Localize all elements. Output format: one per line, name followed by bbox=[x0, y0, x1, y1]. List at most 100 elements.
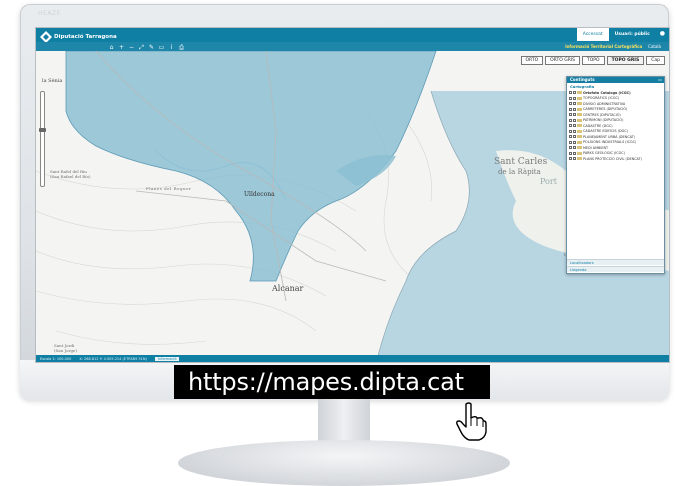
layer-label: MEDI AMBIENT bbox=[583, 145, 609, 150]
monitor-scene: la Sènia Sant Rafel del Riu (San Rafael … bbox=[0, 0, 683, 486]
layer-checkbox[interactable] bbox=[573, 151, 576, 155]
layer-checkbox[interactable] bbox=[573, 102, 576, 106]
layer-list: Ortofoto Catalogo (ICGC) TOPOGRÀFICS (ICG… bbox=[567, 90, 664, 162]
tab-accessat[interactable]: Accessat bbox=[576, 28, 609, 41]
layer-label: DIVISIÓ ADMINISTRATIVA bbox=[583, 101, 626, 106]
localitzadors-tab[interactable]: Localitzadors bbox=[567, 259, 664, 265]
draw-icon[interactable]: ✎ bbox=[148, 44, 155, 52]
basemap-orto[interactable]: ORTO bbox=[520, 56, 544, 65]
folder-icon bbox=[577, 96, 582, 100]
zoom-slider-handle[interactable] bbox=[39, 128, 46, 132]
layer-checkbox[interactable] bbox=[573, 118, 576, 122]
layer-checkbox[interactable] bbox=[573, 91, 576, 95]
extent-icon[interactable]: ⤢ bbox=[138, 44, 145, 52]
expand-icon[interactable] bbox=[569, 129, 572, 133]
expand-icon[interactable] bbox=[569, 135, 572, 139]
expand-icon[interactable] bbox=[569, 107, 572, 111]
folder-icon bbox=[577, 146, 582, 150]
expand-icon[interactable] bbox=[569, 96, 572, 100]
map-label-ulldecona: Ulldecona bbox=[244, 191, 275, 198]
layer-label: PLANS PROTECCIÓ CIVIL (DENCAT) bbox=[583, 156, 642, 161]
expand-icon[interactable] bbox=[569, 102, 572, 106]
basemap-orto-gris[interactable]: ORTO GRIS bbox=[545, 56, 581, 65]
folder-icon bbox=[577, 91, 582, 95]
basemap-switcher: ORTO ORTO GRIS TOPO TOPO GRIS Cap bbox=[520, 56, 665, 65]
home-icon[interactable]: ⌂ bbox=[108, 44, 115, 52]
expand-icon[interactable] bbox=[569, 151, 572, 155]
layer-checkbox[interactable] bbox=[573, 113, 576, 117]
screen: la Sènia Sant Rafel del Riu (San Rafael … bbox=[35, 27, 670, 363]
map-label-sant-rafel-alt: (San Rafael del Río) bbox=[50, 174, 91, 179]
expand-icon[interactable] bbox=[569, 157, 572, 161]
folder-icon bbox=[577, 107, 582, 111]
monitor-brand: HEAZE bbox=[38, 10, 61, 17]
map-label-port: Port bbox=[540, 177, 557, 186]
folder-icon bbox=[577, 102, 582, 106]
zoom-in-icon[interactable]: + bbox=[118, 44, 125, 52]
layer-checkbox[interactable] bbox=[573, 146, 576, 150]
map-label-sant-jordi-alt: (San Jorge) bbox=[54, 348, 77, 353]
hand-cursor-icon bbox=[456, 402, 487, 441]
monitor-neck bbox=[318, 398, 370, 442]
layer-label: Ortofoto Catalogo (ICGC) bbox=[583, 90, 631, 95]
layer-checkbox[interactable] bbox=[573, 135, 576, 139]
expand-icon[interactable] bbox=[569, 113, 572, 117]
folder-icon bbox=[577, 151, 582, 155]
llegenda-tab[interactable]: Llegenda bbox=[567, 266, 664, 272]
folder-icon bbox=[577, 157, 582, 161]
layer-label: CADASTRE EDIFICIS (DGC) bbox=[583, 129, 628, 134]
map-tools: ⌂ + − ⤢ ✎ ▭ i ⎙ bbox=[108, 44, 185, 52]
expand-icon[interactable] bbox=[569, 124, 572, 128]
expand-icon[interactable] bbox=[569, 146, 572, 150]
basemap-cap[interactable]: Cap bbox=[646, 56, 665, 65]
layers-section-title: Cartografia bbox=[570, 84, 595, 89]
app-title: Diputació Tarragona bbox=[54, 34, 117, 40]
map-label-alcanar: Alcanar bbox=[272, 284, 304, 293]
map-label-rapita: de la Ràpita bbox=[498, 168, 541, 176]
layer-label: CENTRES (DIPUTACIÓ) bbox=[583, 112, 621, 117]
layer-checkbox[interactable] bbox=[573, 124, 576, 128]
status-bar: Escala 1: 100.000 X: 288.812 Y: 4.505.21… bbox=[36, 355, 669, 362]
zoom-slider[interactable] bbox=[39, 91, 46, 187]
layer-checkbox[interactable] bbox=[573, 129, 576, 133]
layer-label: CARRETERES (DIPUTACIÓ) bbox=[583, 107, 628, 112]
folder-icon bbox=[577, 129, 582, 133]
expand-icon[interactable] bbox=[569, 140, 572, 144]
basemap-topo-gris[interactable]: TOPO GRIS bbox=[606, 56, 645, 65]
layer-checkbox[interactable] bbox=[573, 96, 576, 100]
layers-panel: Continguts ▭ Cartografia Ortofoto Catalo… bbox=[566, 76, 665, 274]
layer-checkbox[interactable] bbox=[573, 140, 576, 144]
map-label-sant-carles: Sant Carles bbox=[494, 157, 548, 167]
user-icon[interactable]: ● bbox=[656, 28, 669, 41]
layers-panel-header: Continguts ▭ bbox=[567, 77, 664, 83]
header-submenu: Informació Territorial Cartogràfica Cata… bbox=[565, 44, 661, 49]
map-label-planes: Planes del Reguer bbox=[146, 186, 192, 191]
layer-label: TOPOGRÀFICS (ICGC) bbox=[583, 96, 620, 101]
expand-icon[interactable] bbox=[569, 91, 572, 95]
info-territorial-link[interactable]: Informació Territorial Cartogràfica bbox=[565, 44, 642, 49]
layer-item[interactable]: PLANS PROTECCIÓ CIVIL (DENCAT) bbox=[567, 156, 664, 162]
layer-label: CADASTRE (DGC) bbox=[583, 123, 613, 128]
map-label-senia: la Sènia bbox=[42, 78, 63, 84]
language-selector[interactable]: Català bbox=[648, 44, 661, 49]
expand-icon[interactable] bbox=[569, 118, 572, 122]
print-icon[interactable]: ⎙ bbox=[178, 44, 185, 52]
folder-icon bbox=[577, 135, 582, 139]
scale-readout: Escala 1: 100.000 bbox=[40, 356, 72, 361]
basemap-topo[interactable]: TOPO bbox=[582, 56, 605, 65]
coords-readout: X: 288.812 Y: 4.505.214 (ETRS89 31N) bbox=[79, 356, 147, 361]
folder-icon bbox=[577, 140, 582, 144]
layer-label: POLÍGONS INDUSTRIALS (ICGC) bbox=[583, 140, 637, 145]
layer-checkbox[interactable] bbox=[573, 157, 576, 161]
layers-panel-title: Continguts bbox=[570, 77, 595, 82]
layer-checkbox[interactable] bbox=[573, 107, 576, 111]
layer-label: PARKS GEOLOGIC (ICGC) bbox=[583, 151, 625, 156]
tab-user[interactable]: Usuari: públic bbox=[609, 28, 656, 41]
layer-label: PATRIMONI (DIPUTACIÓ) bbox=[583, 118, 624, 123]
measure-icon[interactable]: ▭ bbox=[158, 44, 165, 52]
collapse-icon[interactable]: ▭ bbox=[658, 77, 662, 83]
zoom-out-icon[interactable]: − bbox=[128, 44, 135, 52]
folder-icon bbox=[577, 124, 582, 128]
info-icon[interactable]: i bbox=[168, 44, 175, 52]
info-chip[interactable]: Informació bbox=[154, 356, 180, 361]
